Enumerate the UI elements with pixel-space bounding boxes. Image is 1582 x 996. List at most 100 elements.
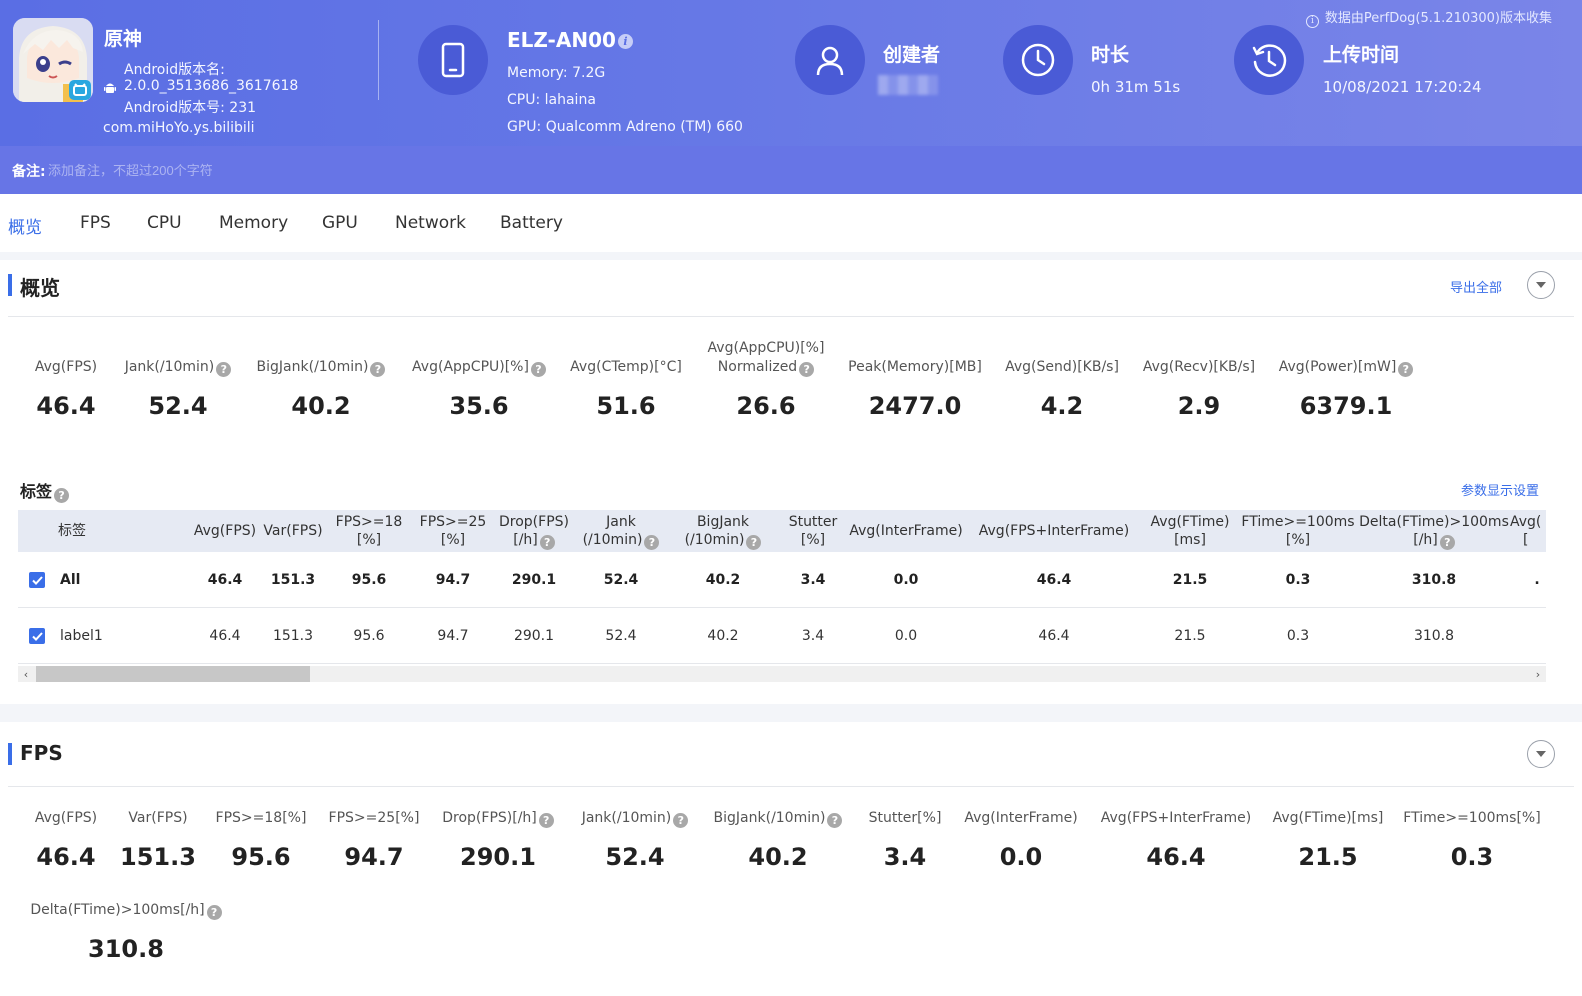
fps-stat: Jank(/10min)? 52.4 <box>574 809 696 879</box>
overview-stat: Avg(Power)[mW]? 6379.1 <box>1270 358 1422 428</box>
th-avg-truncated: Avg([ <box>1510 514 1542 548</box>
remark-input[interactable] <box>48 156 748 184</box>
stat-label: Avg(FPS) <box>34 359 98 375</box>
tab-fps[interactable]: FPS <box>80 213 111 233</box>
table-cell: . <box>1534 572 1540 588</box>
chevron-down-icon <box>1536 281 1546 288</box>
table-cell: 46.4 <box>1036 572 1072 588</box>
tab-network[interactable]: Network <box>395 213 466 233</box>
stat-value: 2477.0 <box>868 392 962 420</box>
stat-value: 6379.1 <box>1299 392 1393 420</box>
table-cell: 3.4 <box>801 628 825 644</box>
question-icon[interactable]: ? <box>539 534 555 550</box>
overview-divider <box>8 316 1574 317</box>
stat-label: Var(FPS) <box>128 810 188 826</box>
stat-value: 51.6 <box>596 392 656 420</box>
question-icon[interactable]: ? <box>1398 362 1414 377</box>
device-info-icon[interactable]: i <box>617 34 633 49</box>
stat-label: Stutter[%] <box>868 810 942 826</box>
tab-gpu[interactable]: GPU <box>322 213 358 233</box>
stat-label: FPS>=18[%] <box>215 810 307 826</box>
table-cell: 46.4 <box>1038 628 1070 644</box>
table-cell: 21.5 <box>1174 628 1206 644</box>
stat-label: BigJank(/10min) <box>256 359 369 375</box>
tab-overview[interactable]: 概览 <box>8 213 42 238</box>
th-label: 标签 <box>58 523 86 539</box>
table-cell: 95.6 <box>353 628 385 644</box>
stat-label: Avg(FPS+InterFrame) <box>1100 810 1252 826</box>
fps-stat: Delta(FTime)>100ms[/h]? 310.8 <box>30 901 222 971</box>
th-avg-ftime: Avg(FTime) [ms] <box>1150 514 1230 548</box>
table-cell: 46.4 <box>209 628 241 644</box>
table-cell: 310.8 <box>1411 572 1457 588</box>
remark-bar: 备注: <box>0 146 1582 194</box>
cell-label: label1 <box>60 628 103 644</box>
scroll-right-icon[interactable]: › <box>1530 666 1546 682</box>
stat-value: 40.2 <box>748 843 808 871</box>
scroll-thumb[interactable] <box>36 666 310 682</box>
question-icon[interactable]: ? <box>370 362 386 377</box>
question-icon[interactable]: ? <box>673 813 689 828</box>
tab-memory[interactable]: Memory <box>219 213 288 233</box>
stat-label: Peak(Memory)[MB] <box>848 359 982 375</box>
question-icon[interactable]: ? <box>216 362 232 377</box>
question-icon[interactable]: ? <box>827 813 843 828</box>
duration-title: 时长 <box>1091 44 1130 66</box>
th-ftime-100: FTime>=100ms [%] <box>1241 514 1355 548</box>
stat-label: BigJank(/10min) <box>713 810 826 826</box>
export-all-link[interactable]: 导出全部 <box>1450 277 1502 296</box>
fps-stat: Avg(FPS) 46.4 <box>14 809 118 879</box>
table-horizontal-scrollbar[interactable]: ‹ › <box>18 666 1546 682</box>
scroll-left-icon[interactable]: ‹ <box>18 666 34 682</box>
device-name: ELZ-AN00 i <box>507 28 633 52</box>
overview-collapse-button[interactable] <box>1527 271 1555 299</box>
fps-stat: FPS>=25[%] 94.7 <box>322 809 426 879</box>
question-icon[interactable]: ? <box>799 362 815 377</box>
fps-stat: Var(FPS) 151.3 <box>118 809 198 879</box>
question-icon[interactable]: ? <box>644 534 660 550</box>
overview-title: 概览 <box>8 272 60 301</box>
stat-label-normalized: Normalized <box>717 359 798 375</box>
stat-label: Delta(FTime)>100ms[/h] <box>30 902 205 918</box>
stat-value: 52.4 <box>148 392 208 420</box>
app-version-name: 2.0.0_3513686_3617618 <box>124 78 299 94</box>
th-var-fps: Var(FPS) <box>263 523 323 539</box>
table-cell: 40.2 <box>707 628 739 644</box>
table-cell: 310.8 <box>1413 628 1455 644</box>
header-divider <box>378 20 379 100</box>
chevron-down-icon <box>1536 750 1546 757</box>
question-icon[interactable]: ? <box>54 488 70 503</box>
param-display-settings-link[interactable]: 参数显示设置 <box>1461 480 1539 499</box>
remark-label: 备注: <box>12 164 46 180</box>
history-icon <box>1234 25 1304 95</box>
fps-collapse-button[interactable] <box>1527 740 1555 768</box>
stat-value: 151.3 <box>120 843 196 871</box>
question-icon[interactable]: ? <box>206 905 222 920</box>
tab-battery[interactable]: Battery <box>500 213 563 233</box>
table-cell: 3.4 <box>800 572 826 588</box>
question-icon[interactable]: ? <box>538 813 554 828</box>
th-jank: Jank (/10min)? <box>578 510 664 552</box>
stat-value: 26.6 <box>736 392 796 420</box>
question-icon[interactable]: ? <box>746 534 762 550</box>
question-icon[interactable]: ? <box>530 362 546 377</box>
user-icon <box>795 25 865 95</box>
th-fps-18: FPS>=18 [%] <box>335 514 403 548</box>
th-avg-interframe: Avg(InterFrame) <box>849 523 963 539</box>
th-fps-25: FPS>=25 [%] <box>419 514 487 548</box>
device-cpu: CPU: lahaina <box>507 92 596 108</box>
cell-label: All <box>60 572 81 588</box>
stat-label: Drop(FPS)[/h] <box>442 810 537 826</box>
tab-cpu[interactable]: CPU <box>147 213 182 233</box>
overview-stat: Avg(AppCPU)[%]? 35.6 <box>402 358 556 428</box>
labels-title: 标签? <box>20 478 70 503</box>
stat-label: Jank(/10min) <box>581 810 672 826</box>
table-row[interactable]: label1 46.4 151.3 95.6 94.7 290.1 52.4 4… <box>18 608 1546 664</box>
table-row[interactable]: All 46.4 151.3 95.6 94.7 290.1 52.4 40.2… <box>18 552 1546 608</box>
table-header: 标签 Avg(FPS) Var(FPS) FPS>=18 [%] FPS>=25[… <box>18 510 1546 552</box>
th-avg-fps: Avg(FPS) <box>193 523 257 539</box>
table-cell: 52.4 <box>603 572 639 588</box>
fps-stat: BigJank(/10min)? 40.2 <box>704 809 852 879</box>
table-cell: 0.3 <box>1286 628 1310 644</box>
question-icon[interactable]: ? <box>1439 534 1455 550</box>
